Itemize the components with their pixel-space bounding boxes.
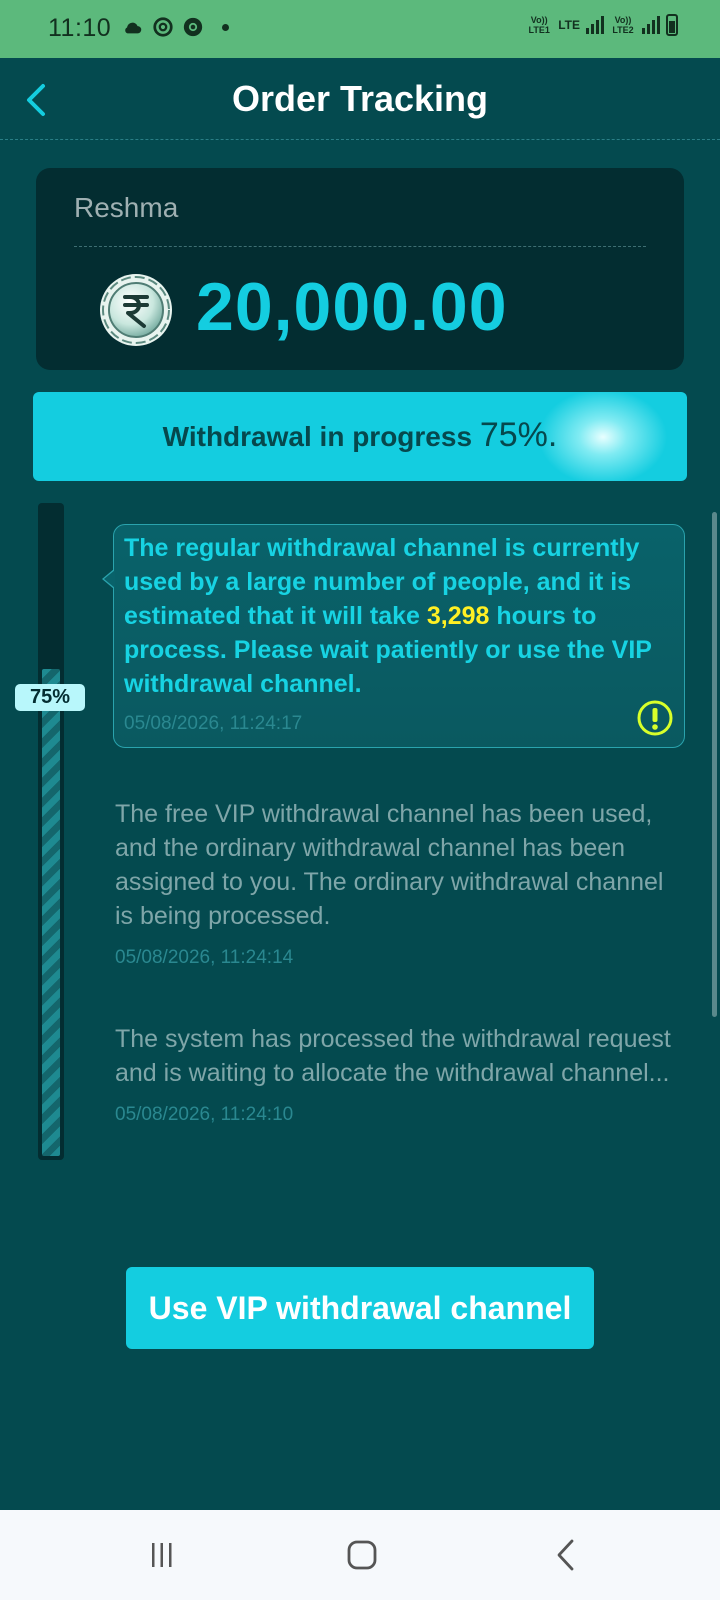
timeline-entry-text: The free VIP withdrawal channel has been… — [115, 800, 664, 930]
card-divider — [74, 246, 646, 247]
rupee-coin-icon — [100, 274, 172, 346]
status-right: Vo)) LTE1 LTE Vo)) LTE2 — [526, 14, 678, 36]
estimated-hours: 3,298 — [426, 602, 490, 630]
balance-amount: 20,000.00 — [196, 269, 508, 345]
exclamation-circle-icon[interactable] — [636, 699, 674, 737]
progress-label: Withdrawal in progress — [162, 421, 473, 452]
status-bar: 11:10 Vo)) LTE1 LTE Vo)) LTE2 — [0, 0, 720, 58]
current-step-time: 05/08/2026, 11:24:17 — [124, 713, 303, 734]
progress-track — [38, 503, 64, 1160]
scrollbar[interactable] — [712, 512, 717, 1017]
sim1-label: Vo)) LTE1 — [528, 15, 550, 35]
home-icon — [347, 1540, 377, 1570]
current-step-card: The regular withdrawal channel is curren… — [102, 524, 685, 748]
signal-icon-2 — [642, 16, 660, 34]
signal-icon — [586, 16, 604, 34]
nav-back-button[interactable] — [536, 1532, 596, 1578]
vip-withdrawal-button[interactable]: Use VIP withdrawal channel — [126, 1267, 594, 1349]
threads-icon — [153, 17, 173, 37]
cloud-icon — [125, 22, 142, 34]
timeline-entry-time: 05/08/2026, 11:24:10 — [115, 1104, 294, 1125]
status-time: 11:10 — [48, 14, 112, 42]
lte-label: LTE — [558, 18, 580, 32]
progress-track-fill — [42, 669, 60, 1156]
recents-button[interactable] — [132, 1532, 192, 1578]
home-button[interactable] — [332, 1532, 392, 1578]
notification-dot — [222, 23, 229, 31]
timeline-entry: The free VIP withdrawal channel has been… — [115, 797, 675, 969]
system-nav-bar — [0, 1510, 720, 1600]
timeline-entry-text: The system has processed the withdrawal … — [115, 1025, 671, 1087]
balance-card: Reshma 20,000.00 — [36, 168, 684, 370]
back-icon — [557, 1539, 574, 1571]
sim2-label: Vo)) LTE2 — [612, 15, 634, 35]
progress-status: Withdrawal in progress 75%. — [33, 416, 687, 455]
battery-icon — [666, 14, 678, 36]
progress-badge: 75% — [15, 684, 85, 711]
app-header: Order Tracking — [0, 58, 720, 140]
user-name: Reshma — [74, 192, 179, 223]
status-icons — [122, 16, 229, 38]
current-step-text: The regular withdrawal channel is curren… — [124, 531, 674, 701]
timeline-entry: The system has processed the withdrawal … — [115, 1022, 675, 1126]
progress-percent: 75%. — [479, 416, 558, 454]
progress-banner: Withdrawal in progress 75%. — [33, 392, 687, 481]
page-title: Order Tracking — [231, 78, 489, 119]
timeline-entry-time: 05/08/2026, 11:24:14 — [115, 947, 294, 968]
chrome-icon — [183, 17, 203, 37]
recents-icon — [152, 1543, 172, 1567]
